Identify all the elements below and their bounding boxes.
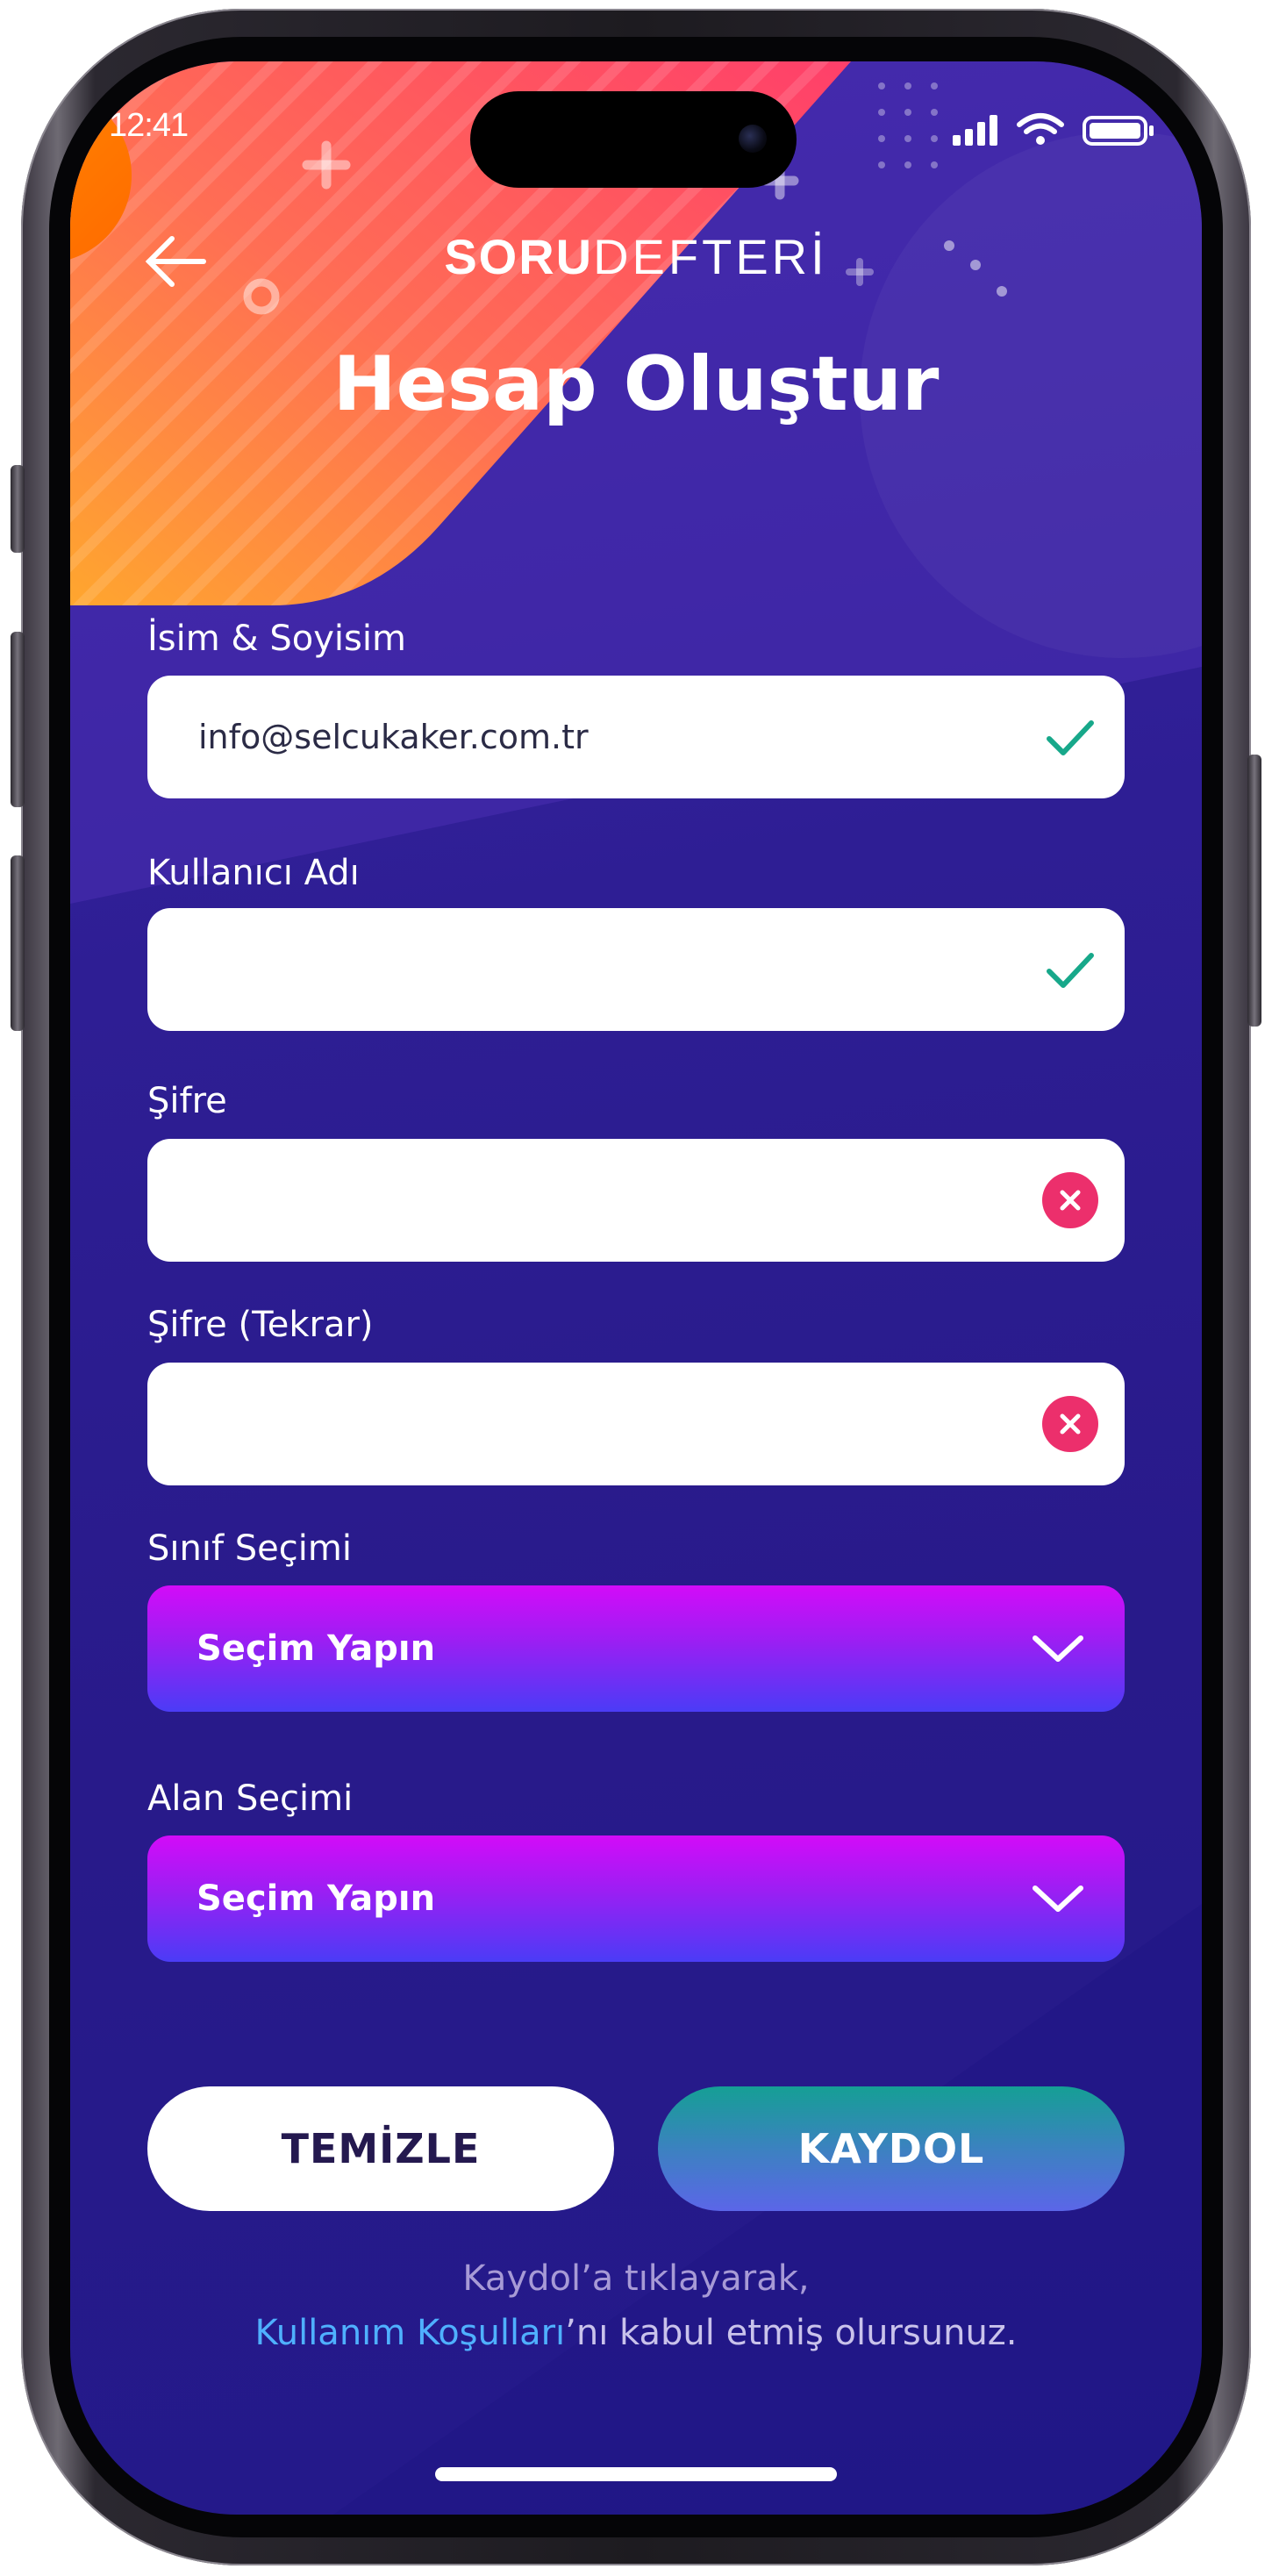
check-icon: [1047, 720, 1094, 755]
password-input[interactable]: [197, 1180, 1019, 1220]
terms-text-suffix: ’nı kabul etmiş olursunuz.: [565, 2313, 1018, 2353]
field-select-label: Alan Seçimi: [147, 1778, 354, 1819]
password-field-container: [147, 1139, 1125, 1262]
username-label: Kullanıcı Adı: [147, 853, 360, 893]
class-select-label: Sınıf Seçimi: [147, 1528, 352, 1569]
volume-down-button: [11, 855, 25, 1031]
home-indicator[interactable]: [435, 2467, 837, 2481]
app-logo: SORUDEFTERİ: [70, 226, 1202, 288]
name-input[interactable]: [197, 717, 1019, 757]
chevron-down-icon: [1033, 1885, 1083, 1912]
name-label: İsim & Soyisim: [147, 619, 406, 659]
username-input[interactable]: [197, 949, 1019, 990]
error-icon: [1042, 1172, 1098, 1228]
camera-icon: [739, 125, 767, 153]
register-button[interactable]: KAYDOL: [658, 2086, 1125, 2211]
status-time: 12:41: [109, 107, 189, 144]
password-repeat-field-container: [147, 1363, 1125, 1485]
power-button: [1247, 755, 1261, 1027]
wifi-icon: [1017, 113, 1064, 134]
logo-part-bold: SORU: [444, 229, 594, 284]
terms-link[interactable]: Kullanım Koşulları: [254, 2313, 565, 2353]
password-repeat-input[interactable]: [197, 1404, 1019, 1444]
dynamic-island: [470, 91, 797, 188]
status-icons: [953, 113, 1154, 146]
logo-part-light: DEFTERİ: [593, 229, 828, 284]
field-select-value: Seçim Yapın: [197, 1878, 436, 1919]
chevron-down-icon: [1033, 1635, 1083, 1662]
battery-icon: [1083, 116, 1154, 146]
clear-button[interactable]: TEMİZLE: [147, 2086, 614, 2211]
terms-text-line1: Kaydol’a tıklayarak,: [462, 2258, 810, 2299]
password-label: Şifre: [147, 1081, 227, 1121]
action-button: [11, 465, 25, 553]
field-select-dropdown[interactable]: Seçim Yapın: [147, 1835, 1125, 1962]
class-select-value: Seçim Yapın: [197, 1628, 436, 1669]
volume-up-button: [11, 632, 25, 807]
error-icon: [1042, 1396, 1098, 1452]
page-title: Hesap Oluştur: [332, 340, 940, 428]
check-icon: [1047, 953, 1094, 988]
username-field-container: [147, 908, 1125, 1031]
terms-text-line2: Kullanım Koşulları’nı kabul etmiş olursu…: [70, 2313, 1202, 2353]
signal-icon: [953, 115, 997, 146]
name-field-container: [147, 676, 1125, 798]
password-repeat-label: Şifre (Tekrar): [147, 1305, 374, 1345]
app-screen: 12:41 SORUDEFTERİ Hesap Oluştur İsim & S…: [70, 61, 1202, 2515]
class-select-dropdown[interactable]: Seçim Yapın: [147, 1585, 1125, 1712]
